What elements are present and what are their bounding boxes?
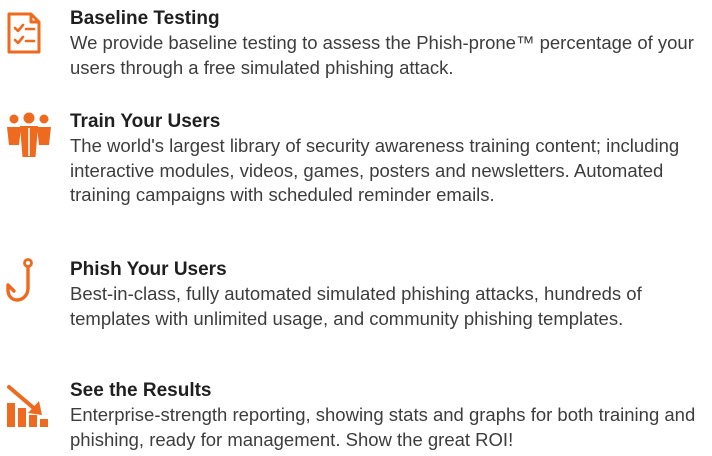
- fishing-hook-icon: [4, 258, 56, 310]
- feature-title: Baseline Testing: [70, 8, 220, 29]
- feature-title: Train Your Users: [70, 111, 221, 132]
- feature-title: Phish Your Users: [70, 259, 227, 280]
- feature-title: See the Results: [70, 380, 212, 401]
- bar-chart-arrow-icon: [4, 383, 56, 435]
- checklist-icon: [4, 11, 56, 63]
- feature-description: The world's largest library of security …: [70, 135, 680, 206]
- feature-description: We provide baseline testing to assess th…: [70, 32, 694, 78]
- feature-description: Best-in-class, fully automated simulated…: [70, 283, 642, 329]
- feature-description: Enterprise-strength reporting, showing s…: [70, 404, 696, 450]
- users-group-icon: [4, 112, 56, 164]
